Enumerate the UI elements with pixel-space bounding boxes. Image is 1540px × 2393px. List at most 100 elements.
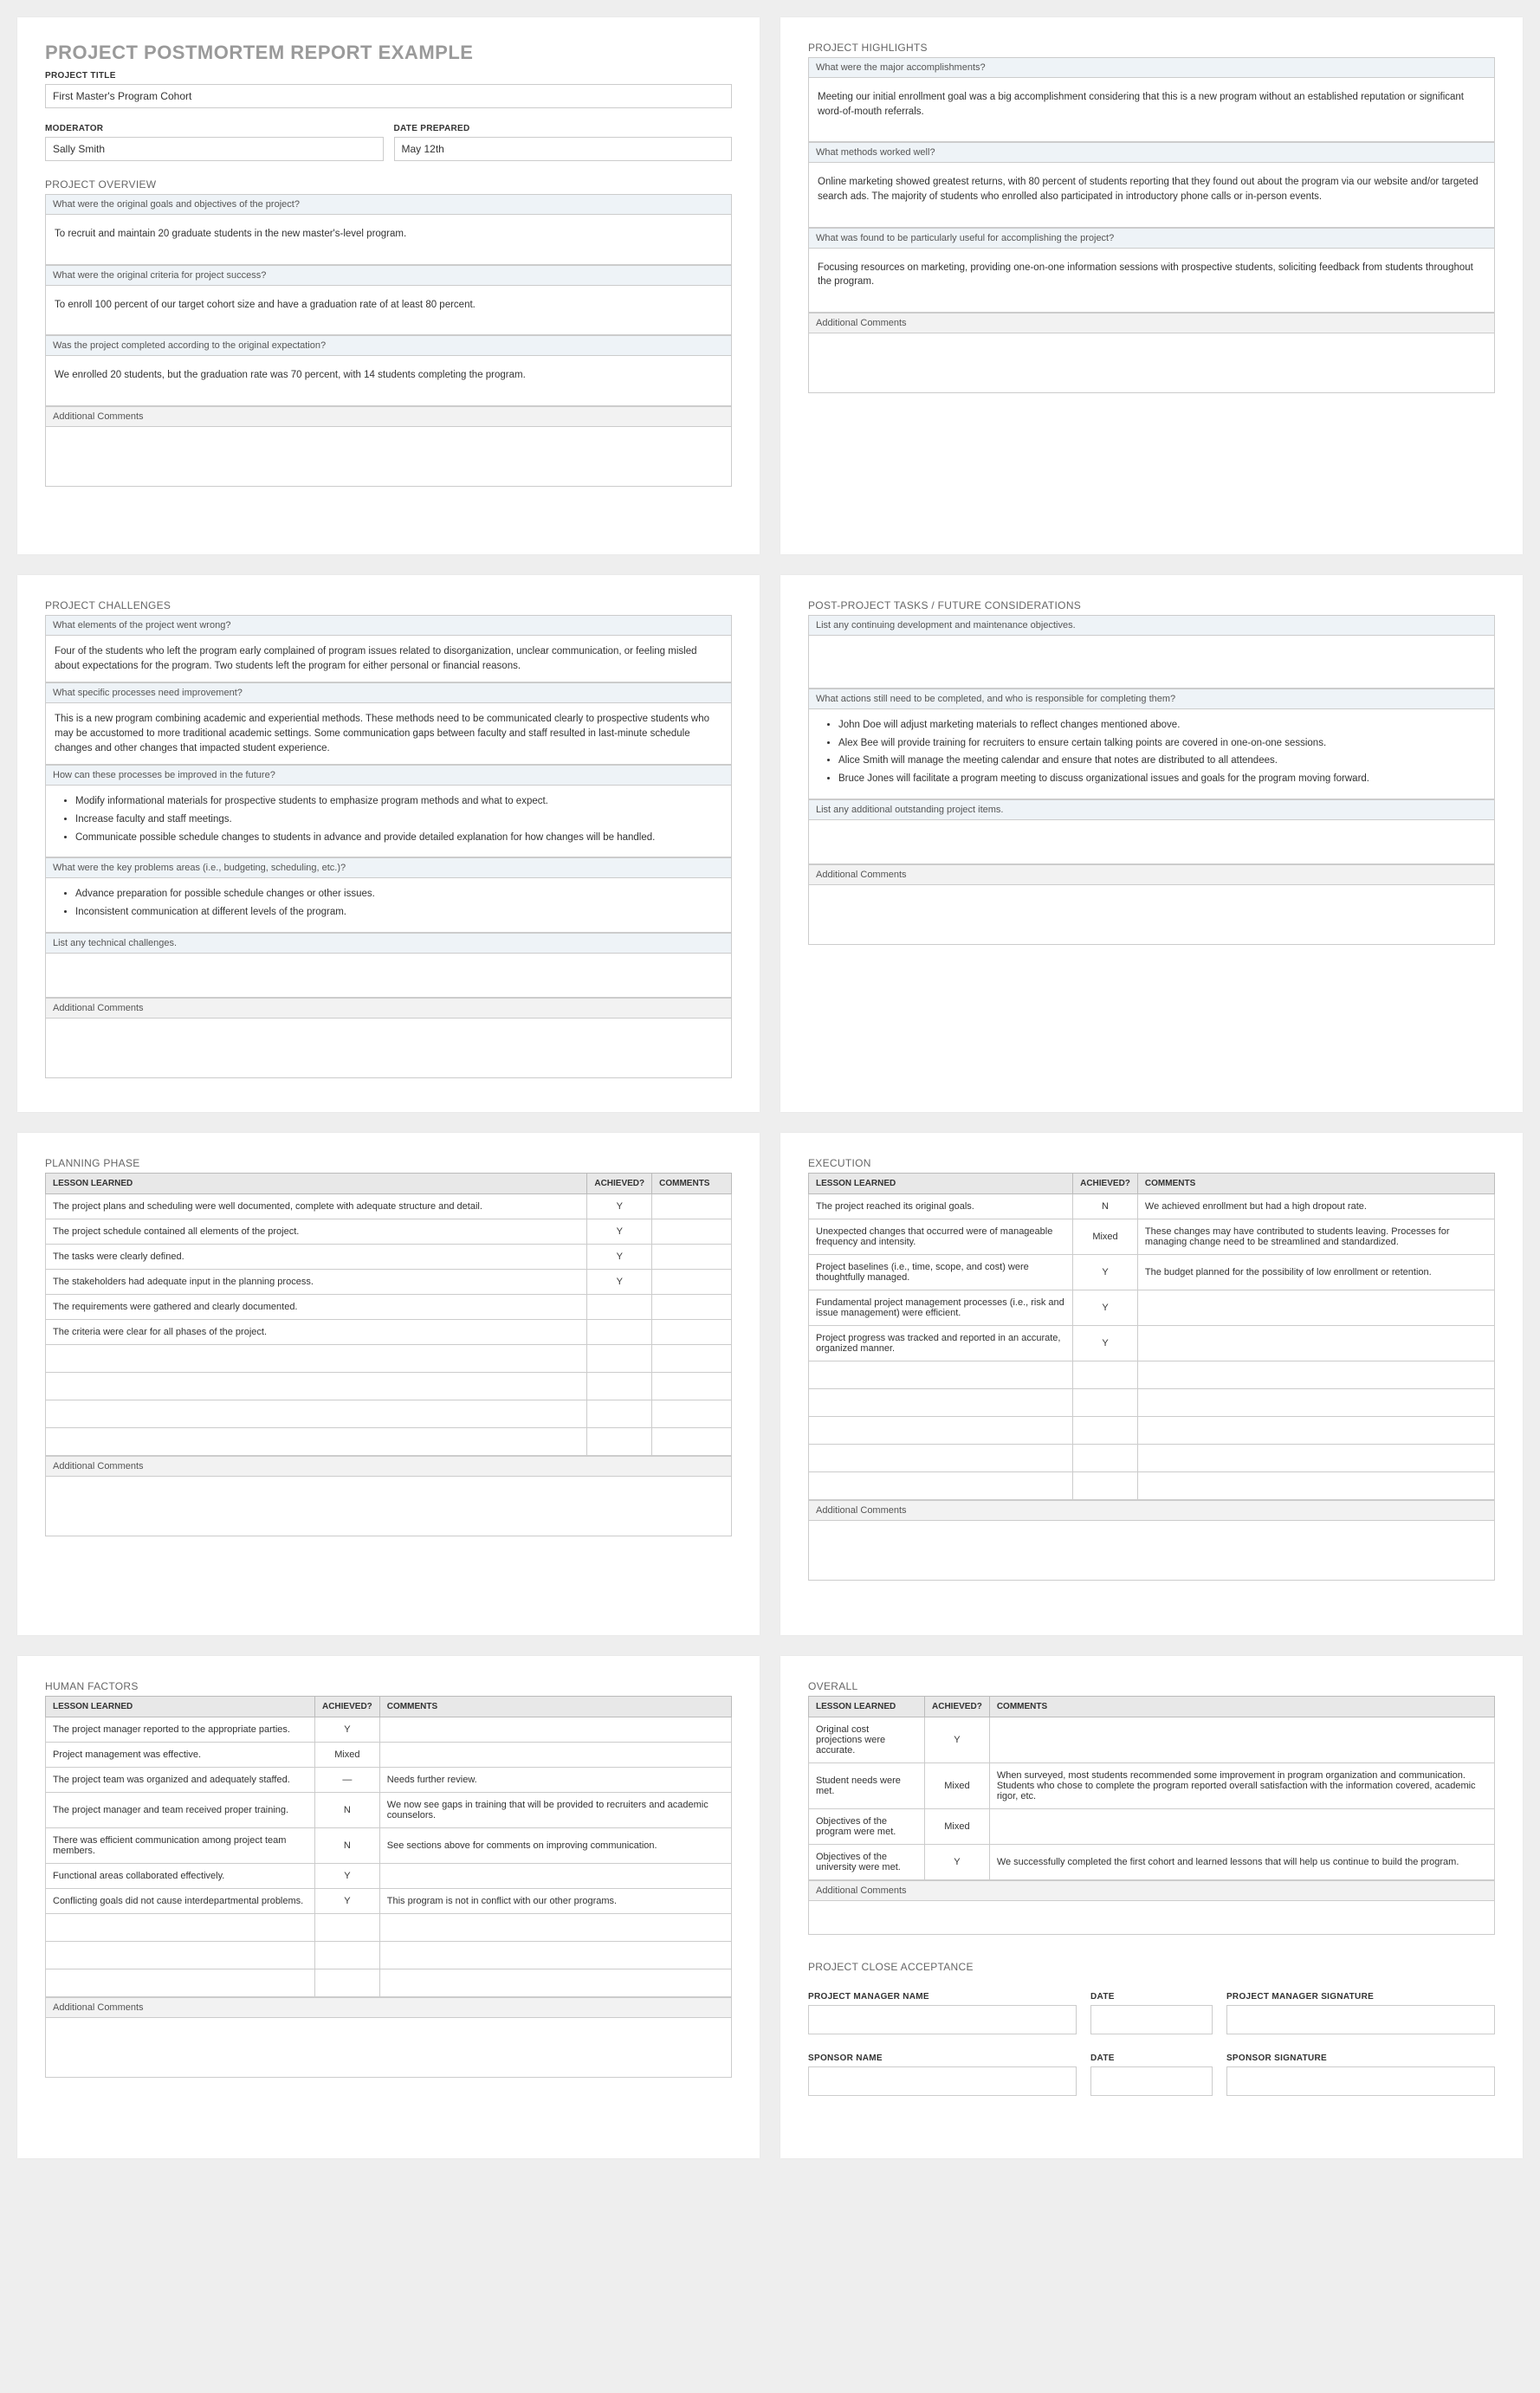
achieved-cell[interactable]: Y xyxy=(1073,1326,1138,1361)
achieved-cell[interactable]: N xyxy=(1073,1194,1138,1219)
achieved-cell[interactable] xyxy=(587,1320,652,1345)
table-row: The stakeholders had adequate input in t… xyxy=(46,1270,732,1295)
lesson-cell[interactable]: There was efficient communication among … xyxy=(46,1828,315,1864)
pm-name-label: PROJECT MANAGER NAME xyxy=(808,1992,1077,2002)
lesson-cell[interactable]: The project plans and scheduling were we… xyxy=(46,1194,587,1219)
achieved-cell[interactable]: N xyxy=(314,1793,379,1828)
comments-cell[interactable] xyxy=(652,1295,732,1320)
comments-cell[interactable]: The budget planned for the possibility o… xyxy=(1137,1255,1494,1290)
pm-name-input[interactable] xyxy=(808,2005,1077,2034)
list-item: Modify informational materials for prosp… xyxy=(75,794,722,809)
table-row xyxy=(46,1969,732,1997)
comments-cell[interactable] xyxy=(379,1743,731,1768)
lesson-cell[interactable]: The project reached its original goals. xyxy=(809,1194,1073,1219)
achieved-cell[interactable]: Y xyxy=(587,1270,652,1295)
comments-cell[interactable]: We successfully completed the first coho… xyxy=(989,1845,1494,1880)
comments-cell[interactable] xyxy=(1137,1326,1494,1361)
comments-cell[interactable] xyxy=(652,1194,732,1219)
lesson-cell[interactable]: The stakeholders had adequate input in t… xyxy=(46,1270,587,1295)
lesson-cell[interactable]: Unexpected changes that occurred were of… xyxy=(809,1219,1073,1255)
comments-cell[interactable]: See sections above for comments on impro… xyxy=(379,1828,731,1864)
achieved-cell[interactable]: Y xyxy=(587,1245,652,1270)
comments-cell[interactable]: We achieved enrollment but had a high dr… xyxy=(1137,1194,1494,1219)
comments-cell[interactable] xyxy=(989,1717,1494,1763)
lesson-cell[interactable]: The requirements were gathered and clear… xyxy=(46,1295,587,1320)
achieved-cell[interactable]: Mixed xyxy=(1073,1219,1138,1255)
achieved-cell[interactable]: Y xyxy=(925,1845,990,1880)
lesson-cell[interactable]: Original cost projections were accurate. xyxy=(809,1717,925,1763)
lesson-cell[interactable]: The project manager reported to the appr… xyxy=(46,1717,315,1743)
date-prepared-input[interactable]: May 12th xyxy=(394,137,733,161)
comments-cell[interactable]: These changes may have contributed to st… xyxy=(1137,1219,1494,1255)
achieved-cell[interactable]: Mixed xyxy=(314,1743,379,1768)
pm-sig-input[interactable] xyxy=(1226,2005,1495,2034)
lesson-cell[interactable]: The project manager and team received pr… xyxy=(46,1793,315,1828)
achieved-cell[interactable]: — xyxy=(314,1768,379,1793)
achieved-cell[interactable] xyxy=(587,1295,652,1320)
lesson-cell[interactable]: The project schedule contained all eleme… xyxy=(46,1219,587,1245)
achieved-cell[interactable]: Y xyxy=(925,1717,990,1763)
human-additional-box[interactable] xyxy=(45,2017,732,2078)
comments-cell[interactable] xyxy=(1137,1290,1494,1326)
achieved-cell[interactable]: Mixed xyxy=(925,1809,990,1845)
achieved-cell[interactable]: Y xyxy=(314,1717,379,1743)
achieved-cell[interactable]: Y xyxy=(1073,1290,1138,1326)
challenges-title: PROJECT CHALLENGES xyxy=(45,599,732,611)
lesson-cell[interactable]: Student needs were met. xyxy=(809,1763,925,1809)
human-table: LESSON LEARNED ACHIEVED? COMMENTS The pr… xyxy=(45,1696,732,1997)
planning-additional-box[interactable] xyxy=(45,1476,732,1536)
moderator-input[interactable]: Sally Smith xyxy=(45,137,384,161)
overview-additional-box[interactable] xyxy=(45,426,732,487)
comments-cell[interactable] xyxy=(652,1245,732,1270)
execution-title: EXECUTION xyxy=(808,1157,1495,1169)
lesson-cell[interactable]: The criteria were clear for all phases o… xyxy=(46,1320,587,1345)
sponsor-date-input[interactable] xyxy=(1090,2066,1213,2096)
lesson-cell[interactable]: Fundamental project management processes… xyxy=(809,1290,1073,1326)
challenges-additional-box[interactable] xyxy=(45,1018,732,1078)
achieved-cell[interactable]: Y xyxy=(1073,1255,1138,1290)
comments-cell[interactable]: This program is not in conflict with our… xyxy=(379,1889,731,1914)
comments-cell[interactable] xyxy=(379,1717,731,1743)
sponsor-sig-label: SPONSOR SIGNATURE xyxy=(1226,2053,1495,2063)
comments-cell[interactable] xyxy=(652,1320,732,1345)
lesson-cell[interactable]: Project progress was tracked and reporte… xyxy=(809,1326,1073,1361)
comments-cell[interactable]: We now see gaps in training that will be… xyxy=(379,1793,731,1828)
overview-q3: Was the project completed according to t… xyxy=(45,335,732,406)
comments-cell[interactable] xyxy=(379,1864,731,1889)
achieved-cell[interactable]: Y xyxy=(587,1219,652,1245)
comments-cell[interactable] xyxy=(989,1809,1494,1845)
table-row: Objectives of the university were met.YW… xyxy=(809,1845,1495,1880)
lesson-cell[interactable]: Conflicting goals did not cause interdep… xyxy=(46,1889,315,1914)
list-item: John Doe will adjust marketing materials… xyxy=(838,718,1485,733)
challenges-q4: What were the key problems areas (i.e., … xyxy=(45,857,732,932)
lesson-cell[interactable]: Functional areas collaborated effectivel… xyxy=(46,1864,315,1889)
overall-additional-box[interactable] xyxy=(808,1900,1495,1935)
achieved-cell[interactable]: Mixed xyxy=(925,1763,990,1809)
pm-date-input[interactable] xyxy=(1090,2005,1213,2034)
table-row: The project team was organized and adequ… xyxy=(46,1768,732,1793)
execution-additional-box[interactable] xyxy=(808,1520,1495,1581)
lesson-cell[interactable]: Project management was effective. xyxy=(46,1743,315,1768)
table-row: The tasks were clearly defined.Y xyxy=(46,1245,732,1270)
achieved-cell[interactable]: N xyxy=(314,1828,379,1864)
achieved-cell[interactable]: Y xyxy=(314,1889,379,1914)
date-prepared-label: DATE PREPARED xyxy=(394,124,733,133)
comments-cell[interactable]: Needs further review. xyxy=(379,1768,731,1793)
comments-cell[interactable]: When surveyed, most students recommended… xyxy=(989,1763,1494,1809)
project-title-input[interactable]: First Master's Program Cohort xyxy=(45,84,732,108)
lesson-cell[interactable]: The project team was organized and adequ… xyxy=(46,1768,315,1793)
postproject-additional-box[interactable] xyxy=(808,884,1495,945)
lesson-cell[interactable]: Objectives of the program were met. xyxy=(809,1809,925,1845)
sponsor-name-input[interactable] xyxy=(808,2066,1077,2096)
achieved-cell[interactable]: Y xyxy=(314,1864,379,1889)
sponsor-sig-input[interactable] xyxy=(1226,2066,1495,2096)
lesson-cell[interactable]: Project baselines (i.e., time, scope, an… xyxy=(809,1255,1073,1290)
highlights-additional-box[interactable] xyxy=(808,333,1495,393)
comments-cell[interactable] xyxy=(652,1270,732,1295)
comments-cell[interactable] xyxy=(652,1219,732,1245)
achieved-cell[interactable]: Y xyxy=(587,1194,652,1219)
human-additional-label: Additional Comments xyxy=(45,1997,732,2017)
lesson-cell[interactable]: Objectives of the university were met. xyxy=(809,1845,925,1880)
lesson-cell[interactable]: The tasks were clearly defined. xyxy=(46,1245,587,1270)
overview-additional-label: Additional Comments xyxy=(45,406,732,426)
